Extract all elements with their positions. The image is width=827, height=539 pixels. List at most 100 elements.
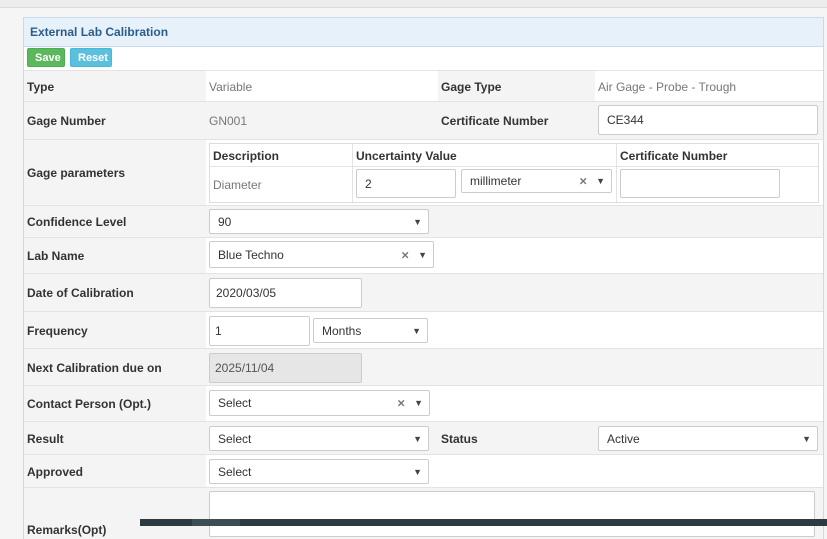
row-date-of-calibration: Date of Calibration 2020/03/05 (24, 273, 823, 312)
row-result: Result Select ▼ Status Active ▼ (24, 421, 823, 455)
next-calibration-text: 2025/11/04 (215, 361, 275, 375)
frequency-unit-select[interactable]: Months ▼ (313, 318, 428, 343)
date-of-calibration-input[interactable]: 2020/03/05 (209, 278, 362, 308)
gage-type-label: Gage Type (441, 79, 502, 94)
remarks-textarea[interactable] (209, 491, 815, 537)
status-label-cell: Status (438, 422, 595, 455)
gage-type-value-cell: Air Gage - Probe - Trough (595, 71, 823, 102)
panel-header: External Lab Calibration (24, 18, 823, 47)
uncertainty-unit-select[interactable]: millimeter × ▼ (461, 169, 612, 193)
confidence-level-label-cell: Confidence Level (24, 206, 206, 238)
row-gage-number: Gage Number GN001 Certificate Number CE3… (24, 101, 823, 140)
frequency-unit-text: Months (322, 323, 362, 338)
contact-person-label-cell: Contact Person (Opt.) (24, 386, 206, 422)
remarks-label-cell: Remarks(Opt) (24, 488, 206, 539)
status-label: Status (441, 431, 478, 446)
type-value-cell: Variable (206, 71, 438, 102)
lab-name-select[interactable]: Blue Techno × ▼ (209, 241, 434, 268)
top-strip (0, 0, 827, 8)
lab-name-label-cell: Lab Name (24, 238, 206, 274)
col-uncertainty-header: Uncertainty Value (356, 149, 457, 163)
certificate-number-label: Certificate Number (441, 114, 549, 128)
gage-parameters-table: Description Uncertainty Value Certificat… (209, 143, 819, 203)
col-divider (616, 144, 617, 202)
reset-button[interactable]: Reset (70, 48, 112, 67)
clear-icon[interactable]: × (401, 247, 409, 262)
approved-label-cell: Approved (24, 455, 206, 488)
confidence-level-text: 90 (218, 214, 232, 229)
contact-person-label: Contact Person (Opt.) (27, 397, 152, 411)
panel-title: External Lab Calibration (30, 25, 169, 39)
certificate-number-label-cell: Certificate Number (438, 102, 595, 140)
certificate-number-input[interactable]: CE344 (598, 105, 818, 135)
approved-select[interactable]: Select ▼ (209, 459, 429, 484)
status-text: Active (607, 431, 640, 446)
frequency-input[interactable]: 1 (209, 316, 310, 346)
confidence-level-select[interactable]: 90 ▼ (209, 209, 429, 234)
gage-number-label: Gage Number (27, 114, 106, 128)
contact-person-select[interactable]: Select × ▼ (209, 390, 430, 416)
date-of-calibration-label: Date of Calibration (27, 286, 134, 300)
type-value: Variable (209, 79, 253, 94)
result-select[interactable]: Select ▼ (209, 426, 429, 451)
frequency-label-cell: Frequency (24, 312, 206, 349)
clear-icon[interactable]: × (397, 396, 405, 411)
param-certificate-input[interactable] (620, 169, 780, 198)
row-confidence-level: Confidence Level 90 ▼ (24, 205, 823, 238)
header-divider (210, 166, 818, 167)
approved-text: Select (218, 464, 252, 479)
row-remarks: Remarks(Opt) (24, 487, 823, 539)
chevron-down-icon: ▼ (413, 466, 422, 477)
clear-icon[interactable]: × (579, 174, 587, 189)
gage-parameters-label: Gage parameters (27, 166, 126, 180)
type-label-cell: Type (24, 71, 206, 102)
frequency-text: 1 (215, 324, 222, 338)
lab-name-text: Blue Techno (218, 247, 284, 262)
certificate-number-input-text: CE344 (607, 113, 644, 127)
row-gage-parameters: Gage parameters Description Uncertainty … (24, 139, 823, 206)
approved-label: Approved (27, 464, 84, 479)
confidence-level-label: Confidence Level (27, 215, 127, 229)
col-certificate-header: Certificate Number (620, 149, 728, 163)
remarks-label: Remarks(Opt) (27, 523, 107, 537)
type-label: Type (27, 79, 55, 94)
bottom-taskbar (140, 519, 827, 526)
lab-name-label: Lab Name (27, 249, 85, 263)
next-calibration-input: 2025/11/04 (209, 353, 362, 383)
date-of-calibration-label-cell: Date of Calibration (24, 274, 206, 312)
status-select[interactable]: Active ▼ (598, 426, 818, 451)
chevron-down-icon: ▼ (412, 325, 421, 336)
calibration-panel: External Lab Calibration Save Reset Type… (23, 17, 824, 539)
row-next-calibration: Next Calibration due on 2025/11/04 (24, 348, 823, 386)
col-divider (352, 144, 353, 202)
result-text: Select (218, 431, 252, 446)
row-approved: Approved Select ▼ (24, 454, 823, 488)
taskbar-item[interactable] (192, 519, 240, 526)
gage-type-label-cell: Gage Type (438, 71, 595, 102)
frequency-label: Frequency (27, 323, 88, 338)
col-description-header: Description (213, 149, 280, 163)
chevron-down-icon: ▼ (414, 398, 423, 408)
row-contact-person: Contact Person (Opt.) Select × ▼ (24, 385, 823, 422)
chevron-down-icon: ▼ (802, 433, 811, 444)
gage-number-value: GN001 (209, 114, 248, 128)
chevron-down-icon: ▼ (413, 216, 422, 227)
gage-parameters-label-cell: Gage parameters (24, 140, 206, 206)
next-calibration-label-cell: Next Calibration due on (24, 349, 206, 386)
uncertainty-value-text: 2 (365, 176, 372, 191)
next-calibration-label: Next Calibration due on (27, 360, 162, 375)
save-button[interactable]: Save (27, 48, 65, 67)
row-type: Type Variable Gage Type Air Gage - Probe… (24, 70, 823, 102)
row-frequency: Frequency 1 Months ▼ (24, 311, 823, 349)
gage-number-label-cell: Gage Number (24, 102, 206, 140)
param-description: Diameter (213, 178, 262, 192)
uncertainty-unit-text: millimeter (470, 174, 522, 188)
chevron-down-icon: ▼ (413, 433, 422, 444)
gage-number-value-cell: GN001 (206, 102, 438, 140)
contact-person-text: Select (218, 396, 252, 410)
row-lab-name: Lab Name Blue Techno × ▼ (24, 237, 823, 274)
date-of-calibration-text: 2020/03/05 (216, 286, 277, 300)
result-label: Result (27, 431, 64, 446)
uncertainty-value-input[interactable]: 2 (356, 169, 456, 198)
result-label-cell: Result (24, 422, 206, 455)
